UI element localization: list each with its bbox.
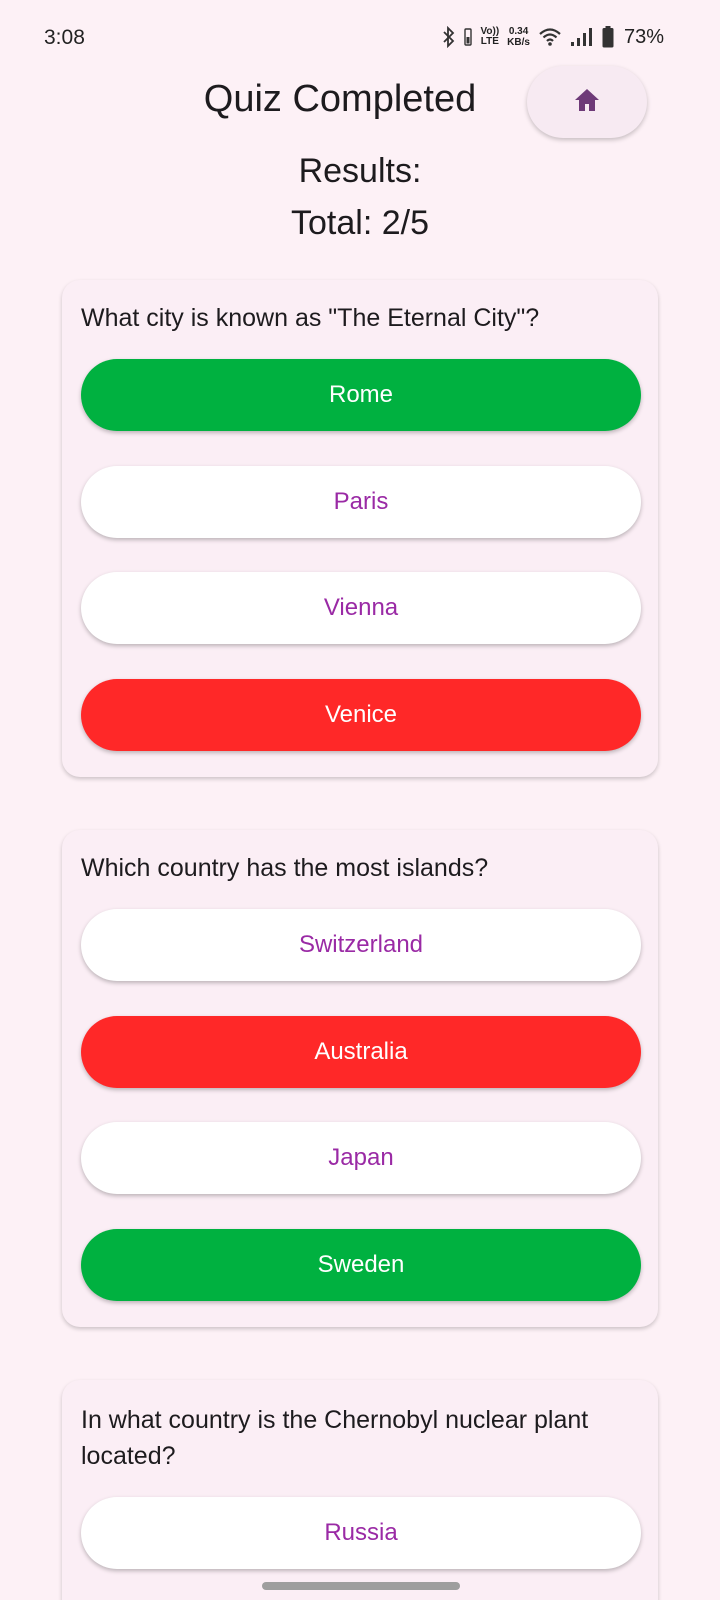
phone-battery-icon (464, 28, 473, 46)
signal-icon (570, 27, 594, 47)
answer-button[interactable]: Australia (81, 1016, 641, 1088)
battery-percentage: 73% (623, 25, 664, 48)
quiz-results-screen: 3:08 Vo)) LTE 0.34 KB/s 73% Quiz Complet… (0, 0, 720, 1600)
total-score: Total: 2/5 (291, 204, 429, 242)
question-card: What city is known as "The Eternal City"… (62, 280, 658, 777)
speed-unit: KB/s (507, 37, 530, 48)
question-text: Which country has the most islands? (81, 854, 489, 882)
home-button[interactable] (527, 66, 647, 138)
status-time: 3:08 (44, 26, 85, 49)
question-card: In what country is the Chernobyl nuclear… (62, 1380, 658, 1600)
answer-button[interactable]: Sweden (81, 1229, 641, 1301)
question-text: What city is known as "The Eternal City"… (81, 304, 540, 332)
results-label: Results: (298, 152, 422, 190)
answer-button[interactable]: Paris (81, 466, 641, 538)
bluetooth-icon (442, 26, 456, 48)
gesture-nav-handle[interactable] (262, 1582, 460, 1590)
status-bar: 3:08 Vo)) LTE 0.34 KB/s 73% (0, 0, 720, 72)
answer-button[interactable]: Rome (81, 359, 641, 431)
home-icon (573, 87, 601, 118)
answer-button[interactable]: Japan (81, 1122, 641, 1194)
wifi-icon (538, 27, 562, 47)
volte-lte-icon: Vo)) LTE (480, 27, 499, 47)
battery-icon (602, 26, 614, 48)
network-speed: 0.34 KB/s (507, 26, 530, 48)
answer-button[interactable]: Switzerland (81, 909, 641, 981)
answer-button[interactable]: Venice (81, 679, 641, 751)
answer-button[interactable]: Russia (81, 1497, 641, 1569)
question-text: In what country is the Chernobyl nuclear… (81, 1406, 589, 1470)
answer-button[interactable]: Vienna (81, 572, 641, 644)
question-card: Which country has the most islands? Swit… (62, 830, 658, 1327)
status-icons: Vo)) LTE 0.34 KB/s 73% (442, 22, 664, 52)
speed-value: 0.34 (508, 26, 529, 37)
lte-label: LTE (480, 36, 499, 47)
